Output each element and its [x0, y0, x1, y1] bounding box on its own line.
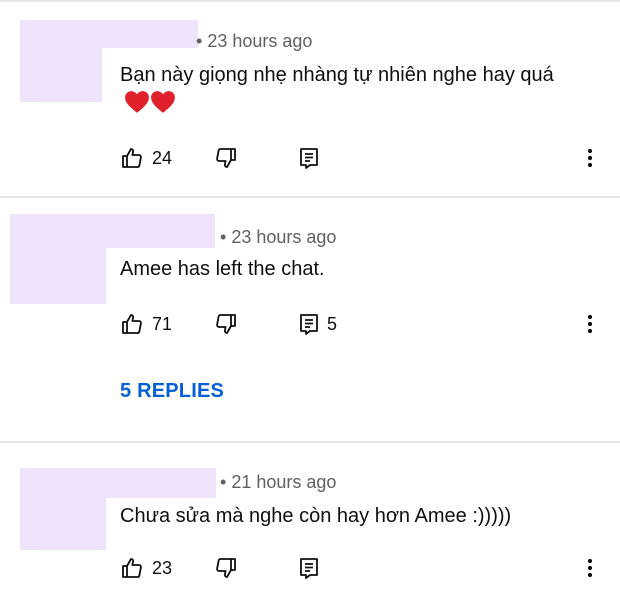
comment-divider: [0, 441, 620, 443]
comment-divider: [0, 196, 620, 198]
comment-timestamp: 23 hours ago: [231, 227, 337, 247]
comment-text: Chưa sửa mà nghe còn hay hơn Amee :))))): [120, 501, 590, 531]
view-replies-button[interactable]: 5 REPLIES: [120, 380, 224, 403]
heart-icon: [124, 90, 150, 114]
top-divider: [0, 0, 620, 2]
comment-meta: • 23 hours ago: [196, 31, 313, 51]
like-count: 23: [152, 558, 173, 578]
reply-count: 5: [327, 314, 338, 334]
thumb-down-icon[interactable]: [214, 312, 238, 336]
reply-icon[interactable]: [297, 146, 321, 170]
comment-text: Amee has left the chat.: [120, 254, 590, 284]
comment-text: Bạn này giọng nhẹ nhàng tự nhiên nghe ha…: [120, 60, 590, 123]
more-vert-icon[interactable]: [578, 146, 602, 170]
redacted-avatar: [20, 48, 102, 102]
redacted-avatar: [10, 248, 106, 304]
comment-text-content: Chưa sửa mà nghe còn hay hơn Amee :))))): [120, 505, 512, 527]
comment-timestamp: 21 hours ago: [231, 472, 337, 492]
comment-meta: • 21 hours ago: [220, 472, 337, 492]
thumb-down-icon[interactable]: [214, 556, 238, 580]
thumb-down-icon[interactable]: [214, 146, 238, 170]
redacted-username: [20, 468, 216, 498]
comment-text-content: Bạn này giọng nhẹ nhàng tự nhiên nghe ha…: [120, 64, 554, 86]
comment-text-content: Amee has left the chat.: [120, 258, 325, 280]
redacted-avatar: [20, 498, 106, 550]
more-vert-icon[interactable]: [578, 556, 602, 580]
heart-icon: [150, 90, 176, 114]
redacted-username: [10, 214, 215, 248]
thumb-up-icon[interactable]: [120, 312, 144, 336]
reply-icon[interactable]: [297, 556, 321, 580]
comment-meta: • 23 hours ago: [220, 227, 337, 247]
thumb-up-icon[interactable]: [120, 556, 144, 580]
heart-emoji: [124, 90, 176, 123]
like-count: 24: [152, 148, 173, 168]
comment-timestamp: 23 hours ago: [207, 31, 313, 51]
reply-icon[interactable]: [297, 312, 321, 336]
more-vert-icon[interactable]: [578, 312, 602, 336]
like-count: 71: [152, 314, 173, 334]
redacted-username: [20, 20, 198, 48]
thumb-up-icon[interactable]: [120, 146, 144, 170]
